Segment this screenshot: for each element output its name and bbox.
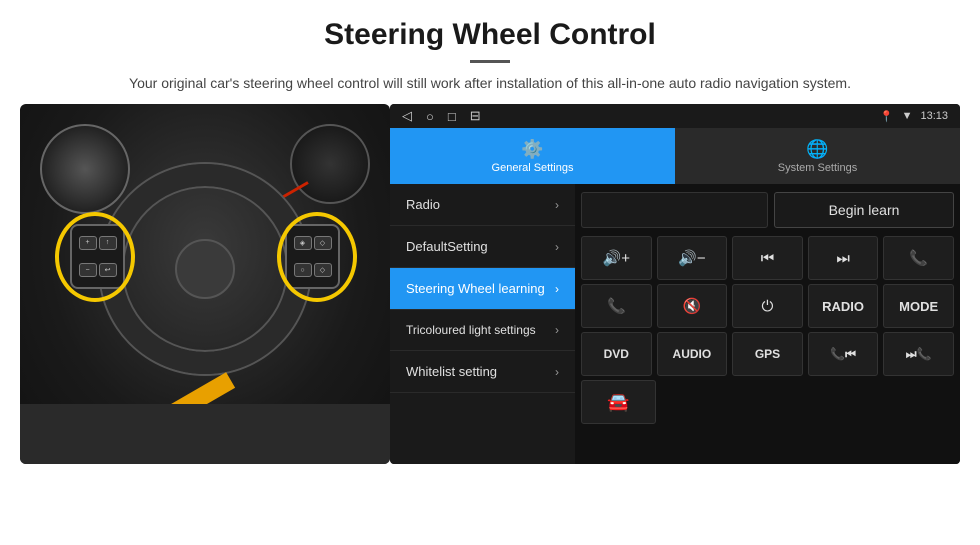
- menu-radio-chevron: ›: [555, 198, 559, 212]
- content-area: + ↑ − ↩ ◈ ◇ ○ ◇: [0, 104, 980, 464]
- back-nav-icon[interactable]: ◁: [402, 108, 412, 124]
- audio-label: AUDIO: [673, 347, 712, 361]
- settings-tabs: ⚙️ General Settings 🌐 System Settings: [390, 128, 960, 184]
- status-bar: ◁ ○ □ ⊟ 📍 ▼ 13:13: [390, 104, 960, 128]
- steering-wheel-buttons-right: ◈ ◇ ○ ◇: [285, 224, 340, 289]
- vol-up-icon: 🔊+: [603, 249, 630, 267]
- android-head-unit: ◁ ○ □ ⊟ 📍 ▼ 13:13 ⚙️ General Settings 🌐 …: [390, 104, 960, 464]
- mute-button[interactable]: 🔇: [657, 284, 728, 328]
- dvd-button[interactable]: DVD: [581, 332, 652, 376]
- menu-item-whitelist[interactable]: Whitelist setting ›: [390, 351, 575, 393]
- car-icon: 🚘: [607, 392, 629, 413]
- general-settings-label: General Settings: [492, 162, 574, 174]
- gauge-needle: [281, 181, 308, 199]
- begin-learn-button[interactable]: Begin learn: [774, 192, 954, 228]
- speedometer-left: [40, 124, 130, 214]
- vol-up-button[interactable]: 🔊+: [581, 236, 652, 280]
- radio-label: RADIO: [822, 299, 864, 314]
- begin-learn-row: Begin learn: [581, 188, 954, 232]
- steering-wheel-buttons-left: + ↑ − ↩: [70, 224, 125, 289]
- call-prev-button[interactable]: 📞⏮: [808, 332, 879, 376]
- system-settings-icon: 🌐: [806, 139, 828, 160]
- hangup-button[interactable]: 📞: [581, 284, 652, 328]
- page-title: Steering Wheel Control: [40, 18, 940, 52]
- steering-wheel-ring: [100, 164, 310, 374]
- hangup-icon: 📞: [607, 297, 626, 315]
- call-next-icon: ⏭📞: [906, 347, 932, 362]
- menu-radio-label: Radio: [406, 197, 440, 212]
- car-icon-button[interactable]: 🚘: [581, 380, 656, 424]
- status-right: 📍 ▼ 13:13: [880, 110, 948, 123]
- steering-wheel-hub: [175, 239, 235, 299]
- speedometer-right: [290, 124, 370, 204]
- wifi-icon: ▼: [902, 110, 913, 122]
- menu-tricoloured-label: Tricoloured light settings: [406, 323, 536, 337]
- next-track-button[interactable]: ⏭: [808, 236, 879, 280]
- radio-button[interactable]: RADIO: [808, 284, 879, 328]
- system-settings-label: System Settings: [778, 162, 857, 174]
- prev-track-button[interactable]: ⏮: [732, 236, 803, 280]
- begin-learn-spacer: [581, 192, 768, 228]
- ctrl-row-3: DVD AUDIO GPS 📞⏮ ⏭📞: [581, 332, 954, 376]
- call-next-button[interactable]: ⏭📞: [883, 332, 954, 376]
- call-button[interactable]: 📞: [883, 236, 954, 280]
- next-track-icon: ⏭: [836, 250, 850, 267]
- call-prev-icon: 📞⏮: [830, 347, 856, 362]
- menu-whitelist-chevron: ›: [555, 365, 559, 379]
- dashboard-bar: [20, 404, 390, 464]
- ctrl-row-1: 🔊+ 🔊− ⏮ ⏭ 📞: [581, 236, 954, 280]
- page-header: Steering Wheel Control Your original car…: [0, 0, 980, 104]
- menu-nav-icon[interactable]: ⊟: [470, 108, 481, 124]
- settings-controls-area: Radio › DefaultSetting › Steering Wheel …: [390, 184, 960, 464]
- page-subtitle: Your original car's steering wheel contr…: [40, 73, 940, 94]
- menu-item-steering-wheel[interactable]: Steering Wheel learning ›: [390, 268, 575, 310]
- menu-tricoloured-chevron: ›: [555, 323, 559, 337]
- vol-down-icon: 🔊−: [678, 249, 705, 267]
- vol-down-button[interactable]: 🔊−: [657, 236, 728, 280]
- call-icon: 📞: [909, 249, 928, 267]
- gps-label: GPS: [755, 347, 780, 361]
- menu-default-label: DefaultSetting: [406, 239, 488, 254]
- prev-track-icon: ⏮: [761, 250, 775, 267]
- mode-button[interactable]: MODE: [883, 284, 954, 328]
- time-display: 13:13: [920, 110, 948, 122]
- menu-default-chevron: ›: [555, 240, 559, 254]
- tab-general-settings[interactable]: ⚙️ General Settings: [390, 128, 675, 184]
- controls-panel: Begin learn 🔊+ 🔊− ⏮ ⏭: [575, 184, 960, 464]
- menu-item-default-setting[interactable]: DefaultSetting ›: [390, 226, 575, 268]
- menu-item-radio[interactable]: Radio ›: [390, 184, 575, 226]
- menu-steering-label: Steering Wheel learning: [406, 281, 545, 296]
- ctrl-row-4: 🚘: [581, 380, 954, 424]
- general-settings-icon: ⚙️: [521, 139, 543, 160]
- tab-system-settings[interactable]: 🌐 System Settings: [675, 128, 960, 184]
- power-button[interactable]: ⏻: [732, 284, 803, 328]
- location-icon: 📍: [880, 110, 894, 123]
- mute-icon: 🔇: [683, 297, 702, 315]
- menu-whitelist-label: Whitelist setting: [406, 364, 497, 379]
- menu-steering-chevron: ›: [555, 282, 559, 296]
- dvd-label: DVD: [604, 347, 629, 361]
- home-nav-icon[interactable]: ○: [426, 109, 434, 124]
- steering-wheel-image: + ↑ − ↩ ◈ ◇ ○ ◇: [20, 104, 390, 464]
- nav-buttons: ◁ ○ □ ⊟: [402, 108, 481, 124]
- menu-item-tricoloured[interactable]: Tricoloured light settings ›: [390, 310, 575, 351]
- ctrl-row-2: 📞 🔇 ⏻ RADIO MODE: [581, 284, 954, 328]
- gps-button[interactable]: GPS: [732, 332, 803, 376]
- power-icon: ⏻: [762, 298, 774, 315]
- settings-menu: Radio › DefaultSetting › Steering Wheel …: [390, 184, 575, 464]
- recent-nav-icon[interactable]: □: [448, 109, 456, 124]
- mode-label: MODE: [899, 299, 938, 314]
- audio-button[interactable]: AUDIO: [657, 332, 728, 376]
- title-divider: [470, 60, 510, 63]
